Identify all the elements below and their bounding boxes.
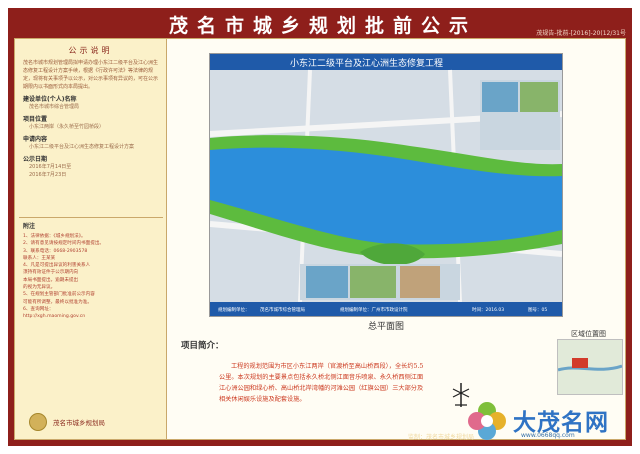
page-title: 茂名市城乡规划批前公示 [168,15,477,37]
svg-text:图号：05: 图号：05 [528,307,547,313]
region-map-drawing [557,340,623,394]
emblem-icon [29,413,47,431]
intro-title: 项目简介： [181,341,224,351]
svg-text:规划编制单位：广州市市政设计院: 规划编制单位：广州市市政设计院 [340,306,408,313]
region-map-title: 区域位置图 [571,330,606,338]
notes-box: 附注 1、法律依据：《城乡规划法》。 2、请有意见请按规定时间内书面提出。 3、… [19,217,163,417]
notes-text: 1、法律依据：《城乡规划法》。 2、请有意见请按规定时间内书面提出。 3、联系电… [23,234,105,320]
svg-text:茂名市城市综合管理局: 茂名市城市综合管理局 [260,306,305,313]
location-label: 项目位置 [23,116,48,123]
site-plan-drawing: 小东江二级平台及江心洲生态修复工程 竹园桥至永久桥段规划总平面图 [209,54,563,316]
notes-title: 附注 [23,223,36,230]
intro-body: 工程的规划范围为市区小东江两岸（官渡桥至高山桥西段），全长约5.5公里。本次规划… [219,363,424,403]
content-panel: 公示说明 茂名市城市规划管理局拟申请办理小东江二级平台及江心洲生态修复工程设计方… [14,38,626,440]
period-label: 公示日期 [23,156,48,163]
map-caption: 总平面图 [367,322,404,332]
notice-board: 茂名市城乡规划批前公示 茂规告-批前-[2016]-20(12/31号 公示说明… [8,8,632,446]
header: 茂名市城乡规划批前公示 茂规告-批前-[2016]-20(12/31号 [8,8,632,38]
subject-label: 申请内容 [23,136,48,143]
sidebar: 公示说明 茂名市城市规划管理局拟申请办理小东江二级平台及江心洲生态修复工程设计方… [15,39,167,439]
period-value-start: 2016年7月14日至 [29,164,72,170]
period-value-end: 2016年7月23日 [29,172,67,178]
map-title: 小东江二级平台及江心洲生态修复工程 [290,57,443,69]
watermark-url: www.0668qq.com [521,432,575,439]
region-location-map [557,339,623,395]
svg-text:规划编制单位：: 规划编制单位： [218,306,250,313]
site-plan-map: 小东江二级平台及江心洲生态修复工程 竹园桥至永久桥段规划总平面图 [209,53,563,317]
org-seal: 茂名市城乡规划局 [29,411,151,433]
project-intro: 项目简介： 工程的规划范围为市区小东江两岸（官渡桥至高山桥西段），全长约5.5公… [181,339,429,437]
location-marker [572,358,588,368]
subject-value: 小东江二级平台及江心洲生态修复工程设计方案 [29,144,135,150]
builder-value: 茂名市城市综合管理局 [29,104,80,110]
footer-text: 监制：茂名市城乡规划局 [408,434,475,441]
org-name: 茂名市城乡规划局 [53,419,105,427]
watermark: 大茂名网 www.0668qq.com [467,399,640,445]
sidebar-title: 公示说明 [68,46,113,55]
document-number: 茂规告-批前-[2016]-20(12/31号 [536,30,626,37]
builder-label: 建设单位(个人)名称 [23,96,77,103]
svg-text:时间：2016.03: 时间：2016.03 [472,306,504,313]
sidebar-intro: 茂名市城市规划管理局拟申请办理小东江二级平台及江心洲生态修复工程设计方案手续，根… [23,60,159,90]
location-value: 小东江两岸（永久桥至竹园桥段） [29,124,105,130]
